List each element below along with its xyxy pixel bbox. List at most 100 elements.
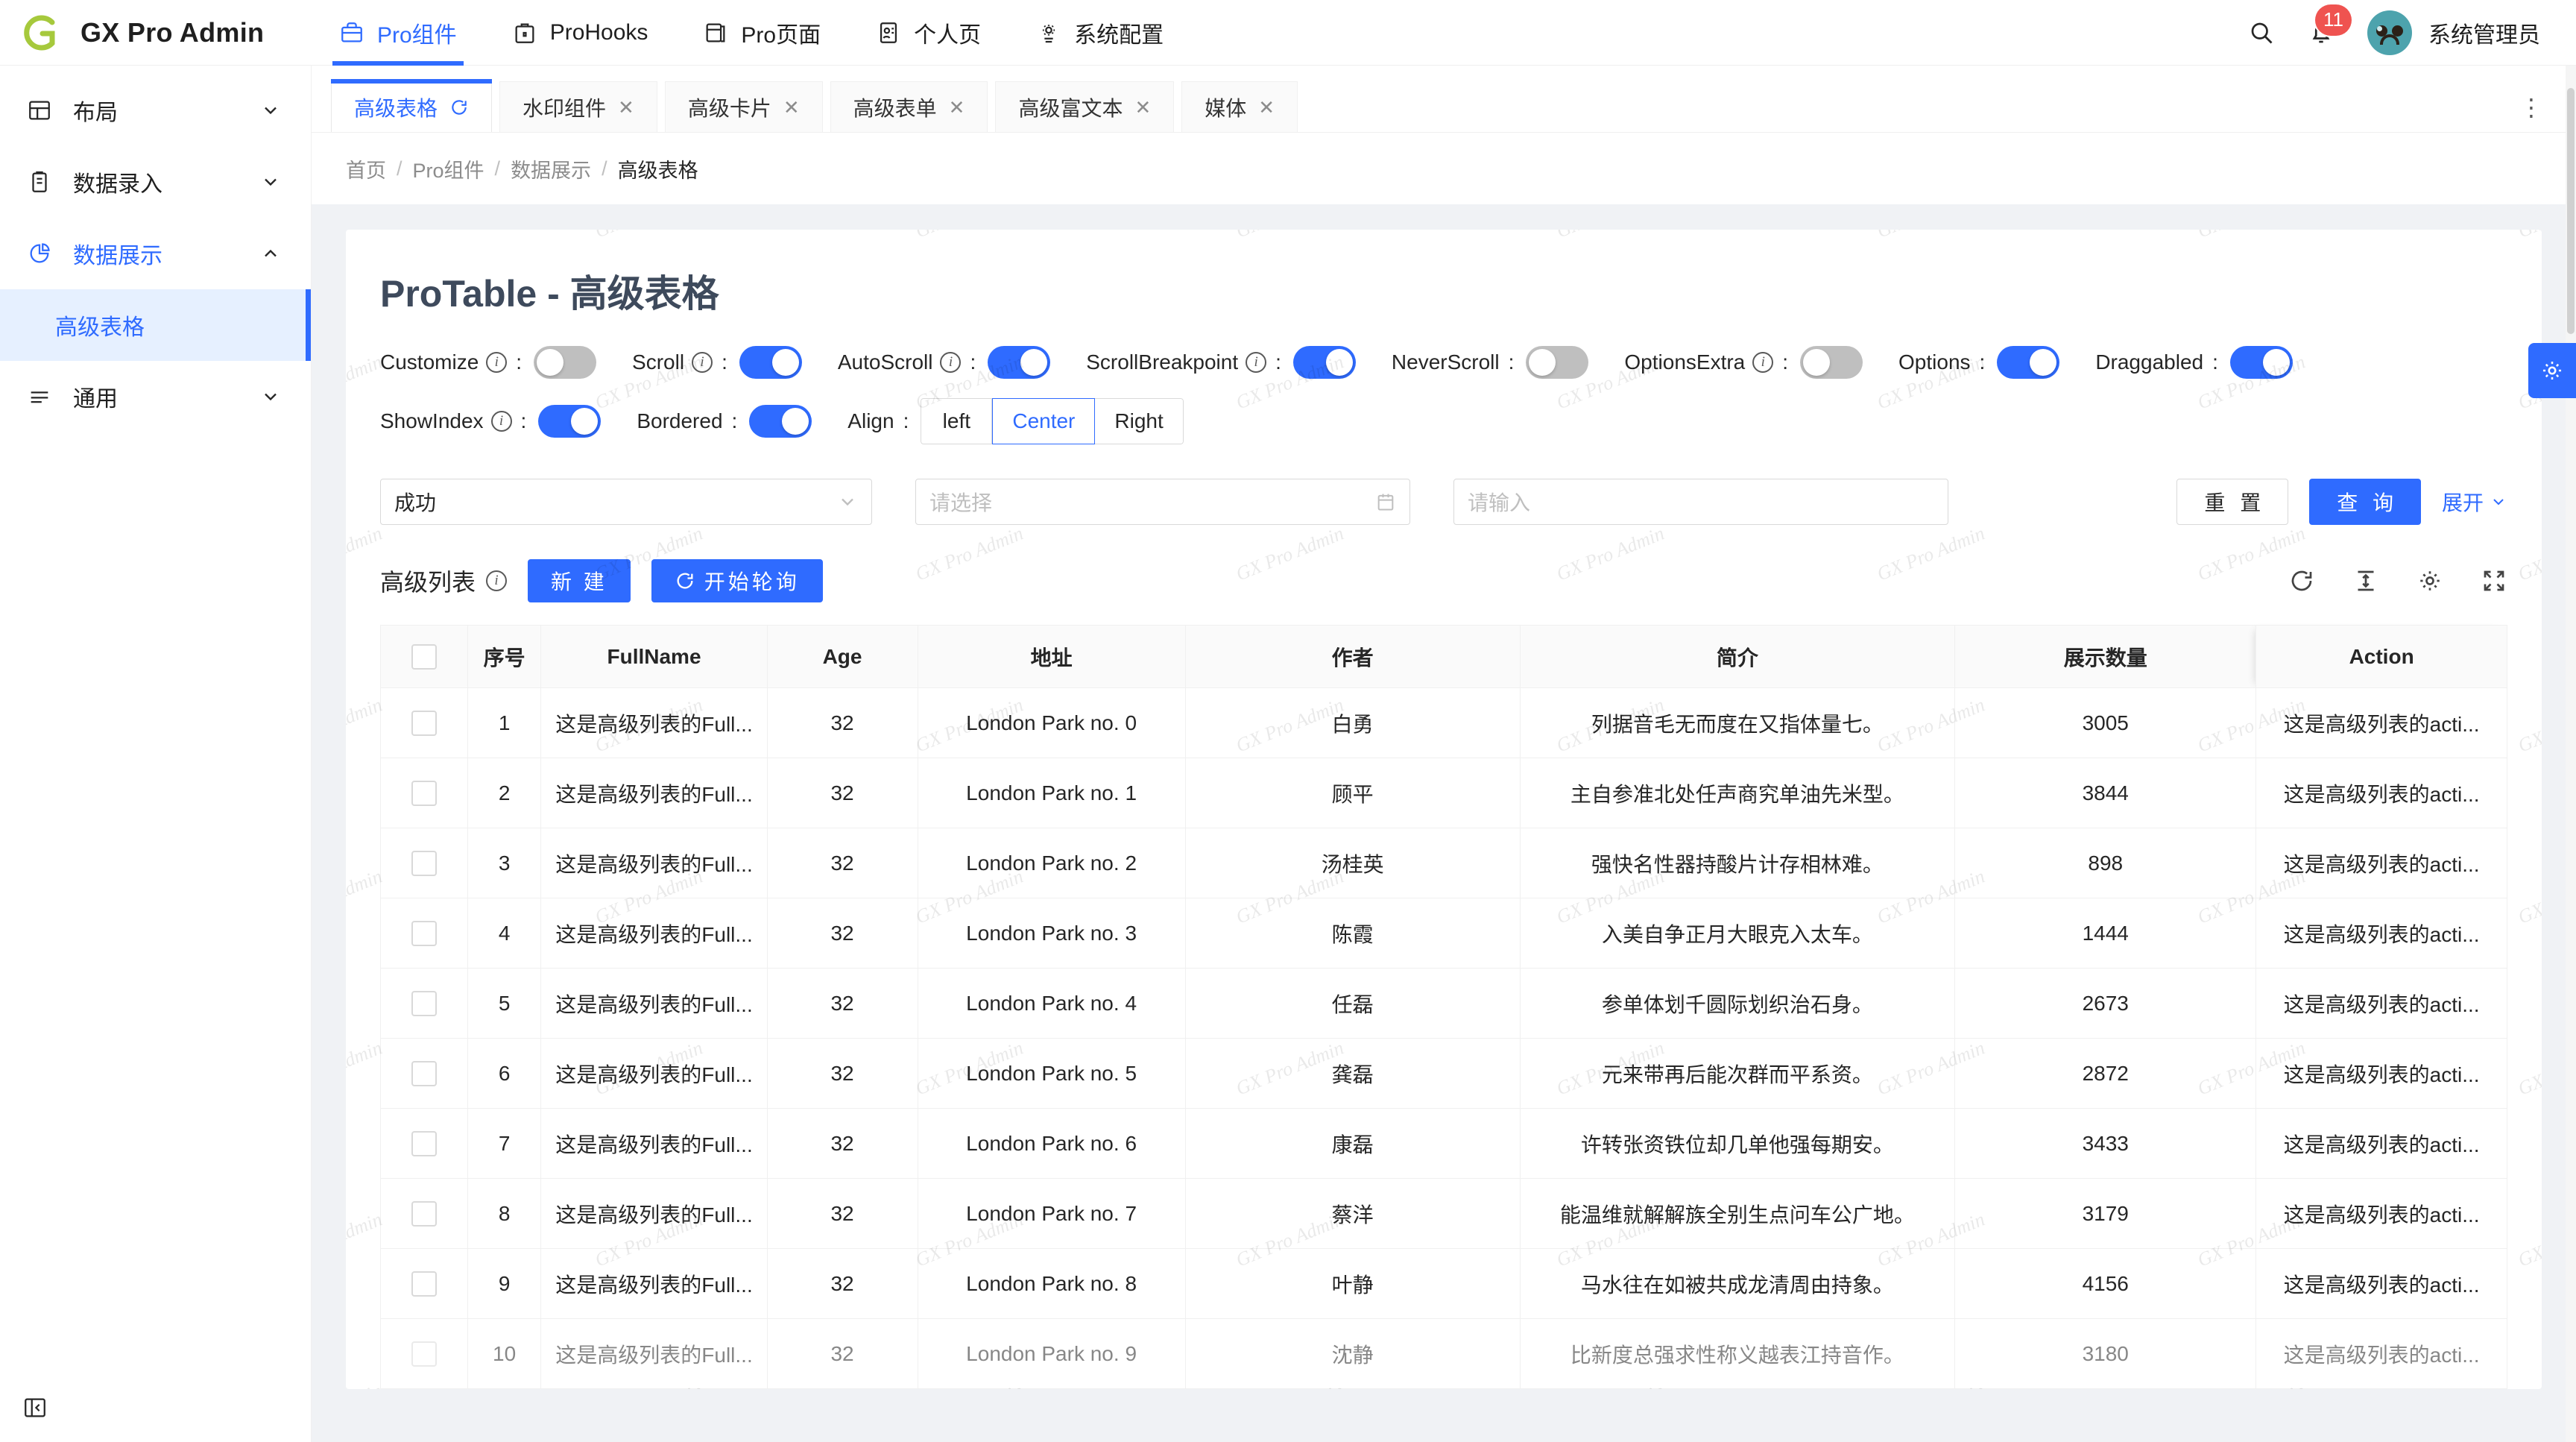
bordered-toggle[interactable] xyxy=(749,405,812,438)
keyword-input[interactable]: 请输入 xyxy=(1453,479,1948,525)
info-icon[interactable]: i xyxy=(486,352,508,373)
expand-filters-button[interactable]: 展开 xyxy=(2442,487,2507,517)
row-checkbox[interactable] xyxy=(411,920,437,946)
cell-action-link[interactable]: 这是高级列表的acti... xyxy=(2255,968,2507,1039)
cell-action-link[interactable]: 这是高级列表的acti... xyxy=(2255,898,2507,969)
cell-action-link[interactable]: 这是高级列表的acti... xyxy=(2255,1038,2507,1109)
table-row[interactable]: 2 这是高级列表的Full... 32 London Park no. 1 顾平 主自参准… xyxy=(380,758,2507,828)
draggabled-toggle[interactable] xyxy=(2229,346,2293,379)
tab-advanced-richtext[interactable]: 高级富文本 ✕ xyxy=(995,81,1175,132)
column-header-fullname[interactable]: FullName xyxy=(540,625,768,688)
more-vertical-icon[interactable]: ⋮ xyxy=(2503,93,2561,122)
neverscroll-toggle[interactable] xyxy=(1526,346,1589,379)
autoscroll-toggle[interactable] xyxy=(988,346,1051,379)
row-checkbox[interactable] xyxy=(380,1178,468,1249)
cell-action-link[interactable]: 这是高级列表的acti... xyxy=(2255,687,2507,758)
refresh-icon[interactable] xyxy=(449,98,469,117)
search-button[interactable]: 查 询 xyxy=(2309,479,2421,525)
row-height-button[interactable] xyxy=(2352,567,2379,594)
row-checkbox[interactable] xyxy=(380,968,468,1039)
row-checkbox[interactable] xyxy=(411,1130,437,1156)
cell-action-link[interactable]: 这是高级列表的acti... xyxy=(2255,828,2507,898)
row-checkbox[interactable] xyxy=(380,758,468,828)
row-checkbox[interactable] xyxy=(411,1200,437,1227)
scrollbreakpoint-toggle[interactable] xyxy=(1292,346,1356,379)
row-checkbox[interactable] xyxy=(411,710,437,736)
float-settings-button[interactable] xyxy=(2528,343,2576,398)
info-icon[interactable]: i xyxy=(1752,352,1774,373)
date-picker[interactable]: 请选择 xyxy=(915,479,1410,525)
close-icon[interactable]: ✕ xyxy=(1258,98,1275,117)
sidebar-item-layout[interactable]: 布局 xyxy=(0,75,311,146)
sidebar-item-general[interactable]: 通用 xyxy=(0,361,311,432)
column-settings-button[interactable] xyxy=(2416,567,2443,594)
page-scrollbar[interactable] xyxy=(2566,66,2576,1442)
table-row[interactable]: 1 这是高级列表的Full... 32 London Park no. 0 白勇 列据音毛… xyxy=(380,687,2507,758)
breadcrumb-item-data-display[interactable]: 数据展示 xyxy=(511,154,591,183)
info-icon[interactable]: i xyxy=(1246,352,1267,373)
tab-watermark-component[interactable]: 水印组件 ✕ xyxy=(499,81,657,132)
start-polling-button[interactable]: 开始轮询 xyxy=(651,559,823,602)
table-row[interactable]: 3 这是高级列表的Full... 32 London Park no. 2 汤桂英 强快名… xyxy=(380,828,2507,898)
table-row[interactable]: 7 这是高级列表的Full... 32 London Park no. 6 康磊 许转张资… xyxy=(380,1108,2507,1179)
cell-action-link[interactable]: 这是高级列表的acti... xyxy=(2255,758,2507,828)
options-toggle[interactable] xyxy=(1997,346,2060,379)
topnav-item-personal-page[interactable]: 个人页 xyxy=(848,0,1008,66)
fullscreen-button[interactable] xyxy=(2481,567,2507,594)
close-icon[interactable]: ✕ xyxy=(949,98,965,117)
align-option-center[interactable]: Center xyxy=(992,398,1096,444)
refresh-button[interactable] xyxy=(2288,567,2315,594)
sidebar-item-advanced-table[interactable]: 高级表格 xyxy=(0,289,311,361)
page-scroll-area[interactable]: GX Pro Admin GX Pro Admin GX Pro Admin GX P… xyxy=(312,204,2576,1442)
notifications-button[interactable]: 11 xyxy=(2308,4,2352,46)
align-option-right[interactable]: Right xyxy=(1095,398,1184,444)
breadcrumb-item-home[interactable]: 首页 xyxy=(346,154,386,183)
row-checkbox[interactable] xyxy=(380,898,468,969)
topnav-item-system-config[interactable]: 系统配置 xyxy=(1008,0,1191,66)
column-header-description[interactable]: 简介 xyxy=(1519,625,1956,688)
tab-advanced-card[interactable]: 高级卡片 ✕ xyxy=(664,81,823,132)
row-checkbox[interactable] xyxy=(411,1341,437,1367)
row-checkbox[interactable] xyxy=(380,1248,468,1319)
column-header-count[interactable]: 展示数量 xyxy=(1954,625,2257,688)
cell-action-link[interactable]: 这是高级列表的acti... xyxy=(2255,1178,2507,1249)
sidebar-item-data-entry[interactable]: 数据录入 xyxy=(0,146,311,218)
cell-action-link[interactable]: 这是高级列表的acti... xyxy=(2255,1318,2507,1389)
table-row[interactable]: 8 这是高级列表的Full... 32 London Park no. 7 蔡洋 能温维就… xyxy=(380,1178,2507,1249)
row-checkbox[interactable] xyxy=(411,850,437,876)
table-row[interactable]: 9 这是高级列表的Full... 32 London Park no. 8 叶静 马水往在… xyxy=(380,1248,2507,1319)
row-checkbox[interactable] xyxy=(411,1271,437,1297)
column-header-address[interactable]: 地址 xyxy=(917,625,1186,688)
row-checkbox[interactable] xyxy=(380,828,468,898)
close-icon[interactable]: ✕ xyxy=(783,98,800,117)
table-row[interactable]: 10 这是高级列表的Full... 32 London Park no. 9 沈静 比新度… xyxy=(380,1318,2507,1389)
close-icon[interactable]: ✕ xyxy=(618,98,634,117)
showindex-toggle[interactable] xyxy=(538,405,602,438)
sidebar-item-data-display[interactable]: 数据展示 xyxy=(0,218,311,289)
tab-advanced-form[interactable]: 高级表单 ✕ xyxy=(830,81,988,132)
tab-advanced-table[interactable]: 高级表格 xyxy=(331,79,493,132)
reset-button[interactable]: 重 置 xyxy=(2176,479,2289,525)
sidebar-collapse-button[interactable] xyxy=(0,1373,311,1442)
status-select[interactable]: 成功 xyxy=(380,479,872,525)
scrollbar-thumb[interactable] xyxy=(2567,88,2575,334)
info-icon[interactable]: i xyxy=(490,411,512,432)
close-icon[interactable]: ✕ xyxy=(1134,98,1151,117)
new-button[interactable]: 新 建 xyxy=(528,559,631,602)
row-checkbox[interactable] xyxy=(380,1038,468,1109)
scroll-toggle[interactable] xyxy=(739,346,802,379)
customize-toggle[interactable] xyxy=(534,346,597,379)
table-row[interactable]: 4 这是高级列表的Full... 32 London Park no. 3 陈霞 入美自争… xyxy=(380,898,2507,969)
cell-action-link[interactable]: 这是高级列表的acti... xyxy=(2255,1248,2507,1319)
info-icon[interactable]: i xyxy=(940,352,962,373)
row-checkbox[interactable] xyxy=(411,990,437,1016)
search-button[interactable] xyxy=(2248,19,2275,46)
brand[interactable]: GX Pro Admin xyxy=(0,10,312,55)
select-all-checkbox[interactable] xyxy=(411,643,437,670)
column-header-age[interactable]: Age xyxy=(766,625,918,688)
topnav-item-pro-pages[interactable]: Pro页面 xyxy=(675,0,848,66)
info-icon[interactable]: i xyxy=(486,570,508,591)
breadcrumb-item-pro-components[interactable]: Pro组件 xyxy=(413,154,484,183)
row-checkbox[interactable] xyxy=(380,1108,468,1179)
row-checkbox[interactable] xyxy=(411,1060,437,1086)
